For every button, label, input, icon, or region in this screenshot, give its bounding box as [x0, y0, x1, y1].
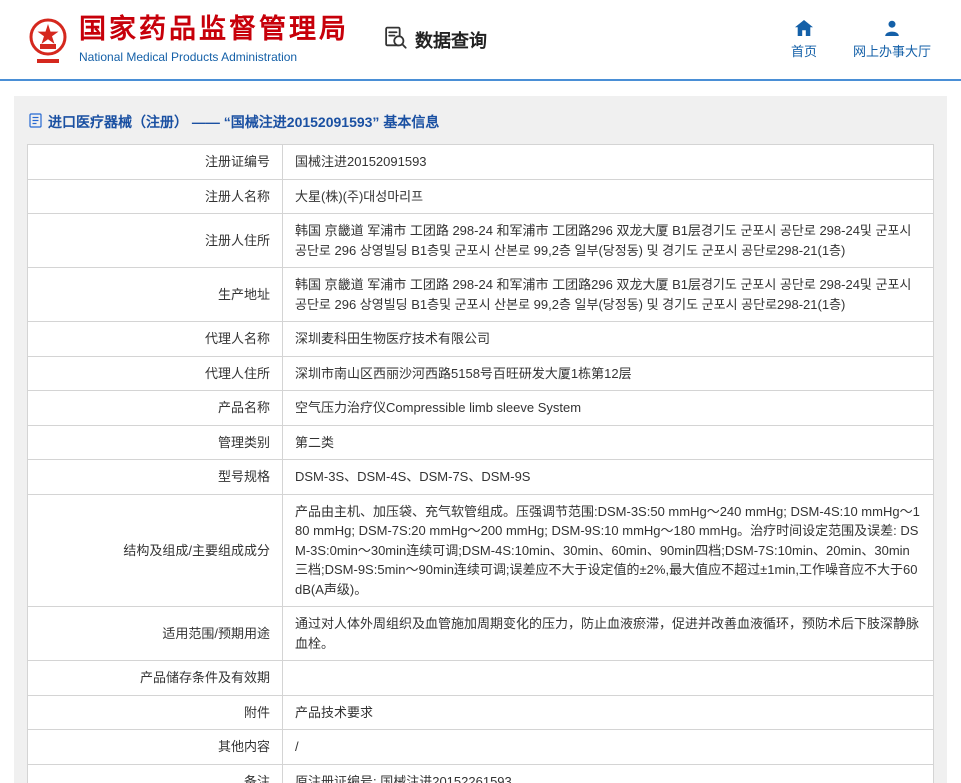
field-value: 韩国 京畿道 军浦市 工团路 298-24 和军浦市 工团路296 双龙大厦 B…	[283, 214, 934, 268]
field-value: /	[283, 730, 934, 765]
field-label: 代理人住所	[28, 356, 283, 391]
table-row: 注册人名称大星(株)(주)대성마리프	[28, 179, 934, 214]
field-value: 产品技术要求	[283, 695, 934, 730]
field-label: 型号规格	[28, 460, 283, 495]
brand: 国家药品监督管理局 National Medical Products Admi…	[28, 15, 349, 64]
site-header: 国家药品监督管理局 National Medical Products Admi…	[0, 0, 961, 81]
field-value	[283, 661, 934, 696]
data-query-icon	[383, 25, 408, 55]
top-nav: 首页 网上办事大厅	[791, 20, 931, 60]
table-row: 结构及组成/主要组成成分产品由主机、加压袋、充气软管组成。压强调节范围:DSM-…	[28, 494, 934, 607]
nav-home-label: 首页	[791, 41, 817, 60]
field-label: 管理类别	[28, 425, 283, 460]
info-table-body: 注册证编号国械注进20152091593注册人名称大星(株)(주)대성마리프注册…	[28, 145, 934, 783]
table-row: 注册人住所韩国 京畿道 军浦市 工团路 298-24 和军浦市 工团路296 双…	[28, 214, 934, 268]
field-value: 国械注进20152091593	[283, 145, 934, 180]
nav-service-hall-label: 网上办事大厅	[853, 41, 931, 60]
data-query-link[interactable]: 数据查询	[383, 25, 487, 55]
site-title-cn: 国家药品监督管理局	[79, 15, 349, 45]
table-row: 型号规格DSM-3S、DSM-4S、DSM-7S、DSM-9S	[28, 460, 934, 495]
table-row: 生产地址韩国 京畿道 军浦市 工团路 298-24 和军浦市 工团路296 双龙…	[28, 268, 934, 322]
person-icon	[884, 20, 900, 36]
field-label: 附件	[28, 695, 283, 730]
field-value: DSM-3S、DSM-4S、DSM-7S、DSM-9S	[283, 460, 934, 495]
national-emblem-icon	[28, 16, 68, 64]
brand-text: 国家药品监督管理局 National Medical Products Admi…	[79, 15, 349, 64]
field-value: 通过对人体外周组织及血管施加周期变化的压力，防止血液瘀滞，促进并改善血液循环，预…	[283, 607, 934, 661]
page-title-text: 进口医疗器械（注册） —— “国械注进20152091593” 基本信息	[48, 112, 439, 132]
table-row: 附件产品技术要求	[28, 695, 934, 730]
field-label: 结构及组成/主要组成成分	[28, 494, 283, 607]
field-label: 适用范围/预期用途	[28, 607, 283, 661]
content-area: 进口医疗器械（注册） —— “国械注进20152091593” 基本信息 注册证…	[14, 96, 947, 783]
table-row: 适用范围/预期用途通过对人体外周组织及血管施加周期变化的压力，防止血液瘀滞，促进…	[28, 607, 934, 661]
field-label: 产品名称	[28, 391, 283, 426]
info-table: 注册证编号国械注进20152091593注册人名称大星(株)(주)대성마리프注册…	[27, 144, 934, 783]
field-value: 深圳市南山区西丽沙河西路5158号百旺研发大厦1栋第12层	[283, 356, 934, 391]
field-value: 原注册证编号: 国械注进20152261593	[283, 764, 934, 783]
field-label: 注册人住所	[28, 214, 283, 268]
table-row: 管理类别第二类	[28, 425, 934, 460]
field-value: 空气压力治疗仪Compressible limb sleeve System	[283, 391, 934, 426]
field-label: 产品储存条件及有效期	[28, 661, 283, 696]
page-title: 进口医疗器械（注册） —— “国械注进20152091593” 基本信息	[27, 108, 934, 144]
field-value: 第二类	[283, 425, 934, 460]
field-value: 产品由主机、加压袋、充气软管组成。压强调节范围:DSM-3S:50 mmHg～2…	[283, 494, 934, 607]
table-row: 产品名称空气压力治疗仪Compressible limb sleeve Syst…	[28, 391, 934, 426]
field-value: 大星(株)(주)대성마리프	[283, 179, 934, 214]
field-label: 代理人名称	[28, 322, 283, 357]
nav-service-hall[interactable]: 网上办事大厅	[853, 20, 931, 60]
table-row: 代理人住所深圳市南山区西丽沙河西路5158号百旺研发大厦1栋第12层	[28, 356, 934, 391]
field-label: 备注	[28, 764, 283, 783]
table-row: 其他内容/	[28, 730, 934, 765]
home-icon	[795, 20, 813, 36]
field-label: 注册人名称	[28, 179, 283, 214]
nav-home[interactable]: 首页	[791, 20, 817, 60]
document-icon	[29, 113, 42, 131]
table-row: 代理人名称深圳麦科田生物医疗技术有限公司	[28, 322, 934, 357]
field-value: 深圳麦科田生物医疗技术有限公司	[283, 322, 934, 357]
field-label: 注册证编号	[28, 145, 283, 180]
data-query-label: 数据查询	[415, 27, 487, 53]
field-label: 其他内容	[28, 730, 283, 765]
table-row: 产品储存条件及有效期	[28, 661, 934, 696]
field-label: 生产地址	[28, 268, 283, 322]
table-row: 备注原注册证编号: 国械注进20152261593	[28, 764, 934, 783]
field-value: 韩国 京畿道 军浦市 工团路 298-24 和军浦市 工团路296 双龙大厦 B…	[283, 268, 934, 322]
table-row: 注册证编号国械注进20152091593	[28, 145, 934, 180]
site-title-en: National Medical Products Administration	[79, 50, 349, 64]
